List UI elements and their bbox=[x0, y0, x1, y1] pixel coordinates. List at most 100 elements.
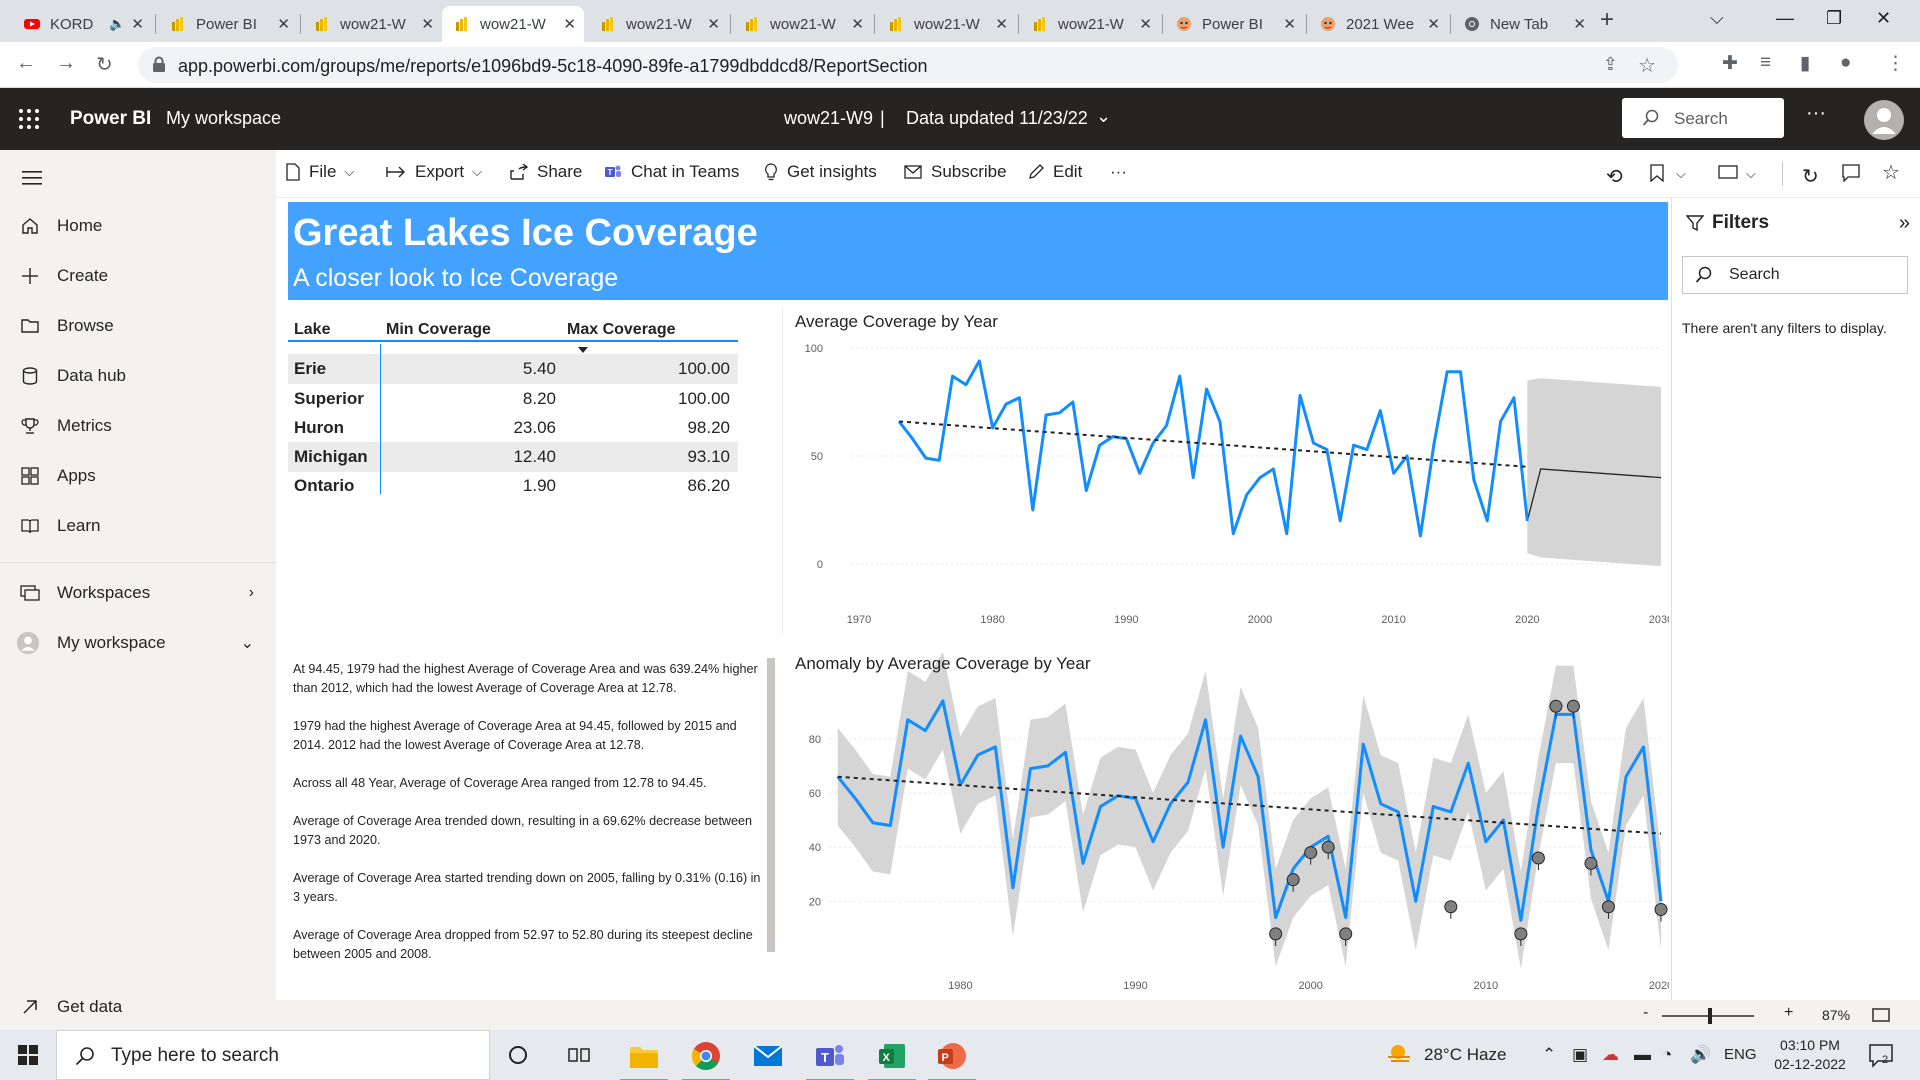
weather-icon[interactable] bbox=[1386, 1042, 1412, 1066]
tab-search-chevron-icon[interactable]: ⌵ bbox=[1710, 8, 1724, 29]
column-header-lake[interactable]: Lake bbox=[294, 321, 330, 339]
chat-in-teams-button[interactable]: T Chat in Teams bbox=[604, 162, 739, 182]
nav-item-learn[interactable]: Learn bbox=[0, 506, 276, 546]
mail-app-icon[interactable] bbox=[750, 1038, 786, 1074]
refresh-icon[interactable]: ↻ bbox=[1802, 164, 1819, 189]
restore-icon[interactable]: ❐ bbox=[1826, 8, 1842, 29]
nav-item-metrics[interactable]: Metrics bbox=[0, 406, 276, 446]
wifi-icon[interactable]: ◔ bbox=[1662, 1045, 1672, 1065]
column-header-max-coverage[interactable]: Max Coverage bbox=[567, 321, 676, 339]
more-options-icon[interactable]: ··· bbox=[1806, 102, 1826, 125]
close-tab-icon[interactable]: ✕ bbox=[563, 15, 576, 33]
reload-icon[interactable]: ↻ bbox=[96, 52, 113, 77]
close-window-icon[interactable]: ✕ bbox=[1876, 8, 1891, 29]
share-button[interactable]: Share bbox=[510, 162, 582, 182]
windows-start-icon[interactable] bbox=[18, 1045, 38, 1065]
nav-item-browse[interactable]: Browse bbox=[0, 306, 276, 346]
task-view-icon[interactable] bbox=[568, 1045, 590, 1065]
view-icon[interactable] bbox=[1718, 164, 1738, 185]
nav-item-home[interactable]: Home bbox=[0, 206, 276, 246]
weather-text[interactable]: 28°C Haze bbox=[1424, 1045, 1506, 1065]
minimize-icon[interactable]: — bbox=[1776, 8, 1794, 29]
browser-tab[interactable]: wow21-W ✕ bbox=[732, 6, 872, 42]
powerpoint-app-icon[interactable]: P bbox=[928, 1038, 976, 1080]
chrome-menu-icon[interactable]: ⋮ bbox=[1886, 52, 1905, 75]
close-tab-icon[interactable]: ✕ bbox=[1283, 15, 1296, 33]
hamburger-menu-icon[interactable] bbox=[22, 170, 42, 186]
browser-tab[interactable]: Power BI ✕ bbox=[158, 6, 298, 42]
filters-search-input[interactable]: Search bbox=[1682, 256, 1908, 294]
zoom-out-button[interactable]: - bbox=[1643, 1004, 1648, 1022]
taskbar-clock[interactable]: 03:10 PM 02-12-2022 bbox=[1760, 1036, 1860, 1074]
zoom-slider-thumb[interactable] bbox=[1708, 1008, 1712, 1024]
nav-item-get-data[interactable]: Get data bbox=[0, 987, 276, 1027]
header-search-box[interactable]: Search bbox=[1622, 98, 1784, 138]
edit-button[interactable]: Edit bbox=[1028, 162, 1082, 182]
teams-app-icon[interactable]: T bbox=[806, 1038, 854, 1080]
chevron-down-icon[interactable]: ⌵ bbox=[1676, 166, 1686, 182]
workspace-link[interactable]: My workspace bbox=[166, 108, 281, 129]
nav-item-data-hub[interactable]: Data hub bbox=[0, 356, 276, 396]
average-coverage-chart[interactable]: Average Coverage by Year 0 50 100 1970 1980 1… bbox=[789, 308, 1673, 633]
column-header-min-coverage[interactable]: Min Coverage bbox=[386, 321, 491, 339]
browser-tab[interactable]: wow21-W ✕ bbox=[588, 6, 728, 42]
browser-tab-active[interactable]: wow21-W ✕ bbox=[442, 6, 584, 42]
reset-icon[interactable]: ⟲ bbox=[1606, 164, 1623, 189]
get-insights-button[interactable]: Get insights bbox=[764, 162, 877, 182]
browser-tab[interactable]: Power BI ✕ bbox=[1164, 6, 1304, 42]
browser-tab[interactable]: wow21-W ✕ bbox=[1020, 6, 1160, 42]
muted-speaker-icon[interactable]: 🔈 bbox=[109, 16, 125, 32]
browser-tab[interactable]: wow21-W ✕ bbox=[876, 6, 1016, 42]
side-panel-icon[interactable]: ▮ bbox=[1800, 52, 1810, 75]
table-row[interactable]: Erie 5.40 100.00 bbox=[288, 354, 738, 384]
nav-item-workspaces[interactable]: Workspaces › bbox=[0, 573, 276, 613]
export-menu[interactable]: Export ⌵ bbox=[386, 162, 482, 182]
language-indicator[interactable]: ENG bbox=[1724, 1046, 1757, 1063]
back-icon[interactable]: ← bbox=[16, 52, 36, 75]
close-tab-icon[interactable]: ✕ bbox=[421, 15, 434, 33]
browser-tab[interactable]: New Tab ✕ bbox=[1452, 6, 1594, 42]
share-page-icon[interactable]: ⇪ bbox=[1603, 54, 1618, 75]
taskbar-search-input[interactable]: Type here to search bbox=[56, 1030, 490, 1080]
media-icon[interactable]: ≡ bbox=[1760, 52, 1771, 74]
table-row[interactable]: Huron 23.06 98.20 bbox=[288, 413, 738, 443]
battery-icon[interactable]: ▬ bbox=[1634, 1045, 1651, 1065]
zoom-in-button[interactable]: + bbox=[1784, 1004, 1793, 1022]
fit-to-page-icon[interactable] bbox=[1872, 1008, 1890, 1022]
bookmark-star-icon[interactable]: ☆ bbox=[1638, 53, 1656, 78]
app-launcher-icon[interactable] bbox=[18, 108, 40, 130]
bookmark-icon[interactable] bbox=[1650, 164, 1664, 187]
nav-item-apps[interactable]: Apps bbox=[0, 456, 276, 496]
chrome-taskbar-icon[interactable] bbox=[682, 1038, 730, 1080]
notification-center-icon[interactable] bbox=[1868, 1042, 1894, 1068]
file-explorer-icon[interactable] bbox=[620, 1038, 668, 1080]
table-row[interactable]: Michigan 12.40 93.10 bbox=[288, 442, 738, 472]
show-hidden-icons-icon[interactable]: ⌃ bbox=[1542, 1045, 1556, 1065]
meet-now-icon[interactable]: ▣ bbox=[1572, 1045, 1588, 1065]
powerbi-brand[interactable]: Power BI bbox=[70, 108, 151, 130]
browser-tab[interactable]: 2021 Wee ✕ bbox=[1308, 6, 1448, 42]
close-tab-icon[interactable]: ✕ bbox=[851, 15, 864, 33]
narrative-scrollbar[interactable] bbox=[767, 658, 775, 952]
volume-icon[interactable]: 🔊 bbox=[1690, 1045, 1711, 1065]
more-actions-button[interactable]: ··· bbox=[1110, 162, 1127, 182]
close-tab-icon[interactable]: ✕ bbox=[707, 15, 720, 33]
close-tab-icon[interactable]: ✕ bbox=[131, 15, 144, 33]
cortana-icon[interactable] bbox=[508, 1045, 528, 1065]
close-tab-icon[interactable]: ✕ bbox=[995, 15, 1008, 33]
file-menu[interactable]: File ⌵ bbox=[286, 162, 354, 182]
close-tab-icon[interactable]: ✕ bbox=[277, 15, 290, 33]
avatar[interactable] bbox=[1864, 100, 1904, 140]
close-tab-icon[interactable]: ✕ bbox=[1427, 15, 1440, 33]
close-tab-icon[interactable]: ✕ bbox=[1139, 15, 1152, 33]
forward-icon[interactable]: → bbox=[56, 52, 76, 75]
nav-item-my-workspace[interactable]: My workspace ⌄ bbox=[0, 623, 276, 663]
smart-narrative[interactable]: At 94.45, 1979 had the highest Average o… bbox=[293, 660, 761, 974]
onedrive-icon[interactable]: ☁ bbox=[1602, 1045, 1619, 1065]
extensions-icon[interactable]: ✚ bbox=[1722, 52, 1738, 75]
table-row[interactable]: Ontario 1.90 86.20 bbox=[288, 471, 738, 501]
browser-tab[interactable]: KORD 🔈 ✕ bbox=[12, 6, 152, 42]
nav-item-create[interactable]: Create bbox=[0, 256, 276, 296]
close-tab-icon[interactable]: ✕ bbox=[1573, 15, 1586, 33]
data-updated-dropdown[interactable]: Data updated 11/23/22 bbox=[906, 108, 1088, 129]
